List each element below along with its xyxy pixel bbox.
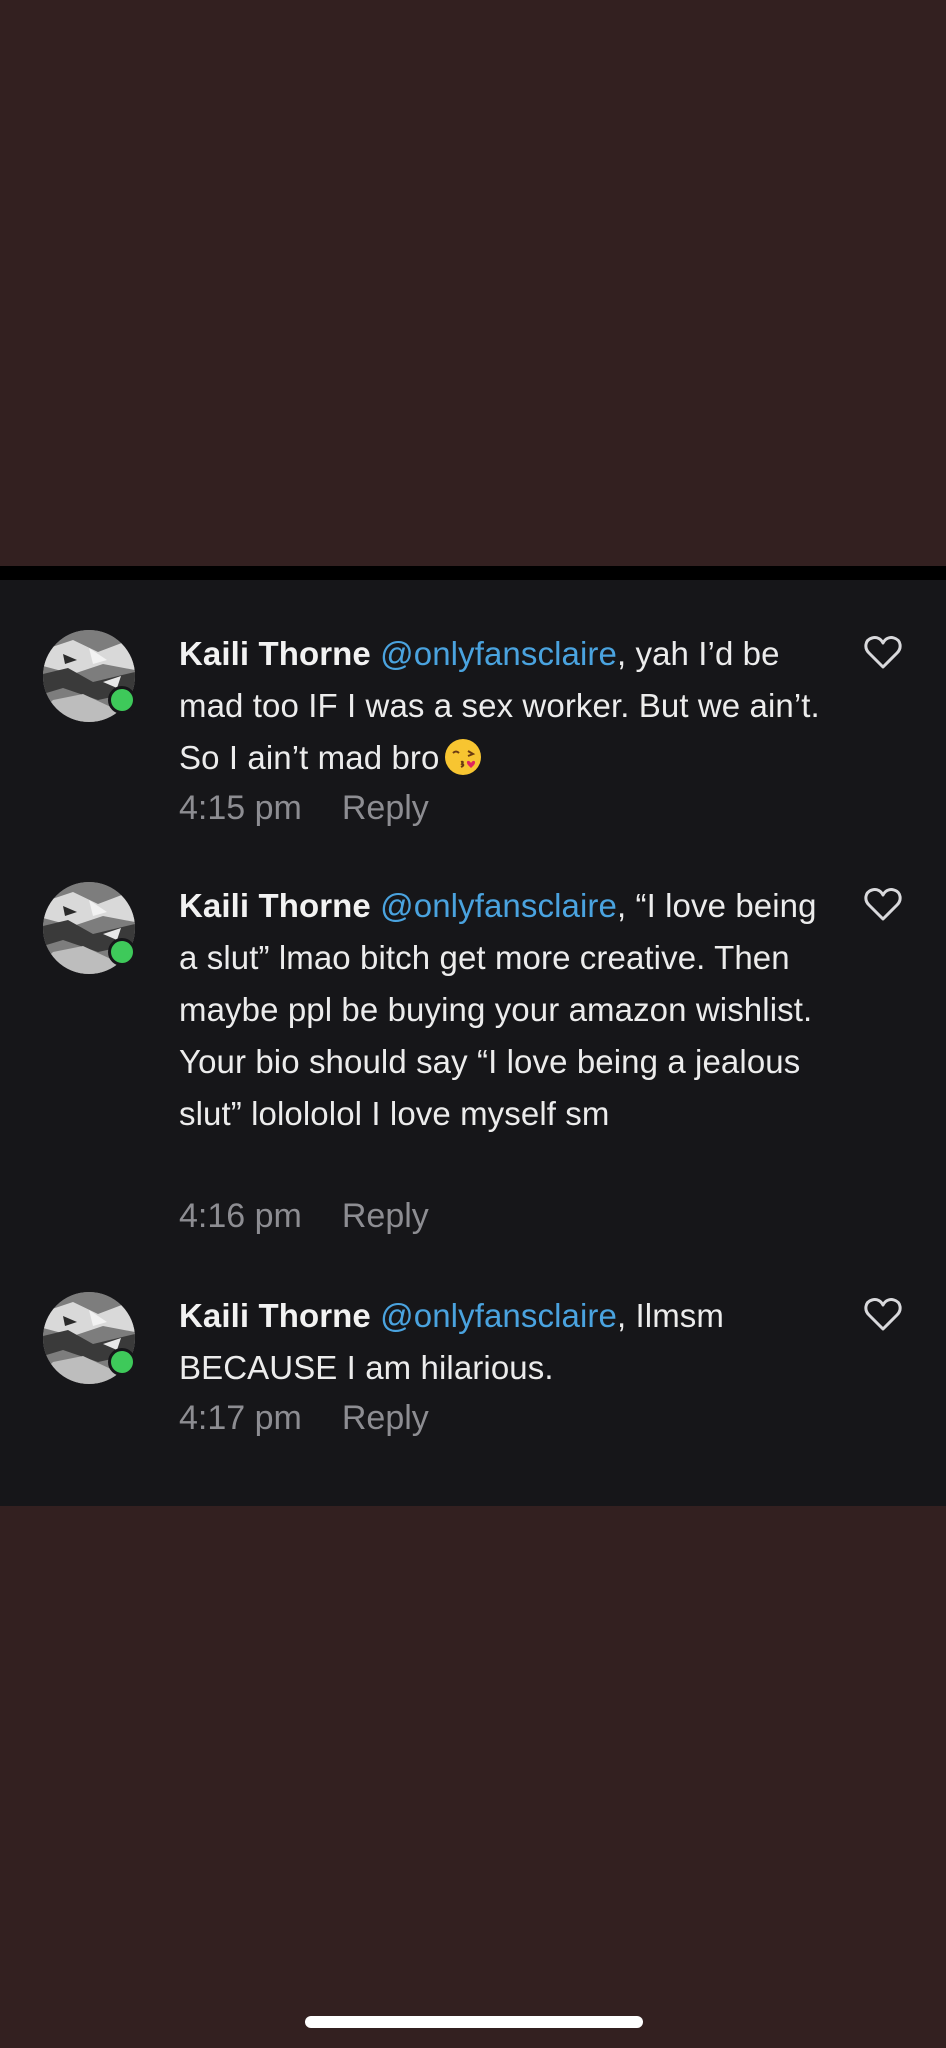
home-indicator[interactable] bbox=[305, 2016, 643, 2028]
comments-panel: Kaili Thorne @onlyfansclaire, yah I’d be… bbox=[0, 580, 946, 1506]
comment-author[interactable]: Kaili Thorne bbox=[179, 887, 371, 924]
avatar[interactable] bbox=[43, 1292, 136, 1384]
comment-body: Kaili Thorne @onlyfansclaire, yah I’d be… bbox=[179, 628, 827, 784]
comment-body: Kaili Thorne @onlyfansclaire, Ilmsm BECA… bbox=[179, 1290, 827, 1394]
comment-time: 4:16 pm bbox=[179, 1197, 302, 1235]
heart-outline-icon[interactable] bbox=[864, 634, 902, 670]
reply-button[interactable]: Reply bbox=[342, 1399, 429, 1437]
comment-mention[interactable]: @onlyfansclaire bbox=[380, 635, 617, 672]
reply-button[interactable]: Reply bbox=[342, 1197, 429, 1235]
avatar[interactable] bbox=[43, 882, 136, 974]
online-status-dot bbox=[108, 686, 136, 714]
kiss-emoji-icon bbox=[443, 737, 483, 777]
comment-meta: 4:15 pm Reply bbox=[179, 788, 429, 828]
top-divider bbox=[0, 566, 946, 580]
heart-outline-icon[interactable] bbox=[864, 886, 902, 922]
comment-meta: 4:16 pm Reply bbox=[179, 1196, 429, 1236]
comment-mention[interactable]: @onlyfansclaire bbox=[380, 887, 617, 924]
online-status-dot bbox=[108, 938, 136, 966]
heart-outline-icon[interactable] bbox=[864, 1296, 902, 1332]
comment-mention[interactable]: @onlyfansclaire bbox=[380, 1297, 617, 1334]
comment-body: Kaili Thorne @onlyfansclaire, “I love be… bbox=[179, 880, 827, 1140]
avatar[interactable] bbox=[43, 630, 136, 722]
reply-button[interactable]: Reply bbox=[342, 789, 429, 827]
online-status-dot bbox=[108, 1348, 136, 1376]
comment-time: 4:17 pm bbox=[179, 1399, 302, 1437]
comment-author[interactable]: Kaili Thorne bbox=[179, 1297, 371, 1334]
comment-author[interactable]: Kaili Thorne bbox=[179, 635, 371, 672]
comment-time: 4:15 pm bbox=[179, 789, 302, 827]
comment-meta: 4:17 pm Reply bbox=[179, 1398, 429, 1438]
